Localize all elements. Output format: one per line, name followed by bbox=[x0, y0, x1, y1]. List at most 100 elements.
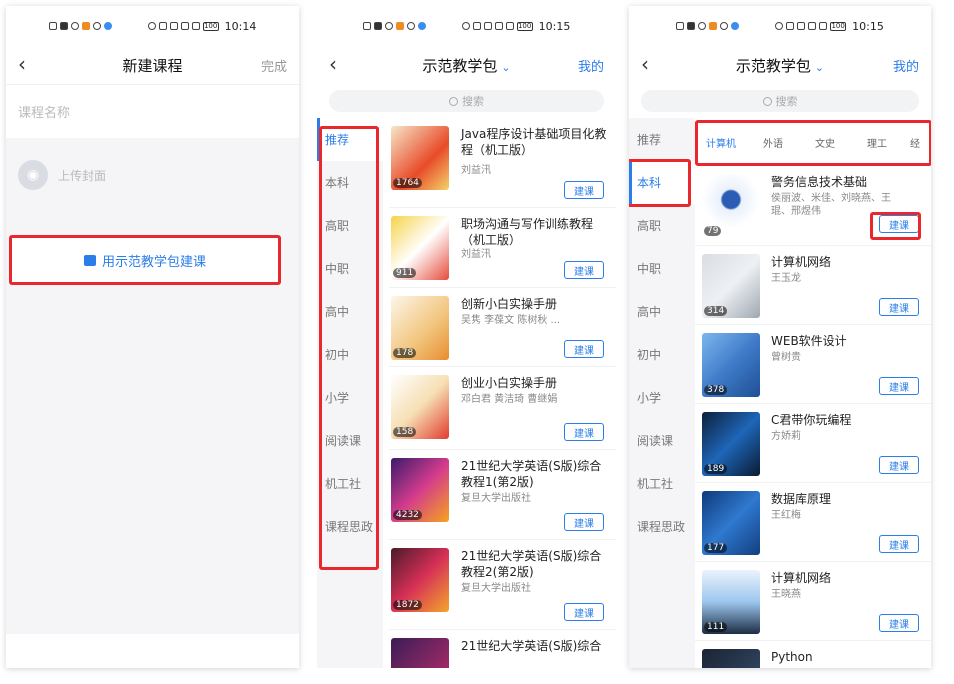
search-icon bbox=[762, 96, 772, 106]
bluetooth-icon bbox=[808, 22, 817, 30]
category-item[interactable]: 小学 bbox=[317, 376, 383, 419]
sim-icon bbox=[362, 22, 371, 30]
create-course-button[interactable]: 建课 bbox=[564, 423, 604, 441]
package-icon bbox=[83, 254, 96, 266]
upload-cover-row[interactable]: ◉ 上传封面 bbox=[6, 146, 299, 204]
mine-button[interactable]: 我的 bbox=[578, 56, 604, 75]
alarm-icon bbox=[483, 22, 492, 30]
demo-button-label: 用示范教学包建课 bbox=[101, 254, 206, 270]
book-title: 计算机网络 bbox=[771, 255, 832, 269]
demo-package-screen-recommend: 100 10:15 ‹ 示范教学包 ⌄ 我的 搜索 推荐 本科 高职 中职 高中 … bbox=[317, 6, 616, 668]
category-item[interactable]: 机工社 bbox=[317, 462, 383, 505]
book-cover: 4232 bbox=[391, 458, 449, 522]
list-item[interactable]: 79 警务信息技术基础 侯丽波、米佳、刘晓燕、王琨、邢煜伟 建课 bbox=[695, 166, 931, 246]
search-input[interactable]: 搜索 bbox=[641, 90, 919, 112]
mine-button[interactable]: 我的 bbox=[893, 56, 919, 75]
book-title: WEB软件设计 bbox=[771, 334, 847, 348]
list-item[interactable]: 378 WEB软件设计 曾树贵 建课 bbox=[695, 325, 931, 404]
signal-icon bbox=[59, 22, 68, 30]
list-item[interactable]: 178 创新小白实操手册 吴隽 李葆文 陈树秋 ... 建课 bbox=[389, 288, 616, 367]
create-course-button[interactable]: 建课 bbox=[879, 535, 919, 553]
app-notify-icon bbox=[709, 22, 718, 30]
book-title: 21世纪大学英语(S版)综合 bbox=[461, 639, 602, 653]
category-item[interactable]: 高中 bbox=[629, 290, 695, 333]
category-item[interactable]: 推荐 bbox=[317, 118, 383, 161]
nfc-icon bbox=[472, 22, 481, 30]
usage-count: 378 bbox=[704, 385, 728, 395]
highlight-box bbox=[695, 120, 931, 166]
list-item[interactable]: 177 数据库原理 王红梅 建课 bbox=[695, 483, 931, 562]
list-item[interactable]: 314 计算机网络 王玉龙 建课 bbox=[695, 246, 931, 325]
list-item[interactable]: 21世纪大学英语(S版)综合 bbox=[389, 630, 616, 668]
usage-count: 1764 bbox=[393, 178, 422, 188]
category-item[interactable]: 中职 bbox=[629, 247, 695, 290]
list-item[interactable]: 158 创业小白实操手册 邓白君 黄洁琦 曹继娟 建课 bbox=[389, 367, 616, 450]
list-item[interactable]: 189 C君带你玩编程 方娇莉 建课 bbox=[695, 404, 931, 483]
category-item[interactable]: 高职 bbox=[317, 204, 383, 247]
navbar: ‹ 新建课程 完成 bbox=[6, 46, 299, 84]
category-item[interactable]: 阅读课 bbox=[317, 419, 383, 462]
book-cover: 911 bbox=[391, 216, 449, 280]
create-course-button[interactable]: 建课 bbox=[564, 340, 604, 358]
create-course-button[interactable]: 建课 bbox=[879, 377, 919, 395]
cloud-icon bbox=[406, 22, 415, 30]
page-title-dropdown[interactable]: 示范教学包 ⌄ bbox=[422, 55, 510, 76]
category-item[interactable]: 本科 bbox=[317, 161, 383, 204]
category-item[interactable]: 高中 bbox=[317, 290, 383, 333]
bluetooth-icon bbox=[494, 22, 503, 30]
list-item[interactable]: Python bbox=[695, 641, 931, 668]
category-item[interactable]: 推荐 bbox=[629, 118, 695, 161]
book-cover: 1872 bbox=[391, 548, 449, 612]
category-item[interactable]: 机工社 bbox=[629, 462, 695, 505]
list-item[interactable]: 111 计算机网络 王晓燕 建课 bbox=[695, 562, 931, 641]
category-item[interactable]: 高职 bbox=[629, 204, 695, 247]
nfc-icon bbox=[786, 22, 795, 30]
status-left-icons bbox=[676, 22, 740, 30]
back-icon[interactable]: ‹ bbox=[18, 54, 38, 74]
usage-count: 189 bbox=[704, 464, 728, 474]
category-item[interactable]: 阅读课 bbox=[629, 419, 695, 462]
category-item[interactable]: 中职 bbox=[317, 247, 383, 290]
create-course-button[interactable]: 建课 bbox=[879, 614, 919, 632]
category-item[interactable]: 小学 bbox=[629, 376, 695, 419]
category-item[interactable]: 课程思政 bbox=[629, 505, 695, 548]
create-from-demo-package-button[interactable]: 用示范教学包建课 bbox=[9, 235, 281, 285]
list-item[interactable]: 4232 21世纪大学英语(S版)综合教程1(第2版) 复旦大学出版社 建课 bbox=[389, 450, 616, 540]
done-button[interactable]: 完成 bbox=[261, 56, 287, 75]
category-item[interactable]: 本科 bbox=[629, 161, 695, 204]
create-course-button[interactable]: 建课 bbox=[564, 261, 604, 279]
book-cover: 177 bbox=[702, 491, 760, 555]
course-name-input[interactable]: 课程名称 bbox=[6, 84, 299, 138]
create-course-button[interactable]: 建课 bbox=[564, 181, 604, 199]
wifi-icon bbox=[70, 22, 79, 30]
usage-count: 111 bbox=[704, 622, 728, 632]
create-course-button[interactable]: 建课 bbox=[564, 603, 604, 621]
usage-count: 177 bbox=[704, 543, 728, 553]
app-blue-icon bbox=[103, 22, 112, 30]
back-icon[interactable]: ‹ bbox=[329, 54, 349, 74]
signal-icon bbox=[687, 22, 696, 30]
create-course-button[interactable]: 建课 bbox=[879, 298, 919, 316]
search-placeholder: 搜索 bbox=[775, 95, 798, 108]
book-title: C君带你玩编程 bbox=[771, 413, 852, 427]
page-title-dropdown[interactable]: 示范教学包 ⌄ bbox=[736, 55, 824, 76]
back-icon[interactable]: ‹ bbox=[641, 54, 661, 74]
category-item[interactable]: 初中 bbox=[317, 333, 383, 376]
book-author: 王红梅 bbox=[771, 510, 801, 521]
sim-icon bbox=[48, 22, 57, 30]
sim-icon bbox=[676, 22, 685, 30]
category-item[interactable]: 初中 bbox=[629, 333, 695, 376]
list-item[interactable]: 1872 21世纪大学英语(S版)综合教程2(第2版) 复旦大学出版社 建课 bbox=[389, 540, 616, 630]
create-course-button[interactable]: 建课 bbox=[879, 456, 919, 474]
category-item[interactable]: 课程思政 bbox=[317, 505, 383, 548]
list-item[interactable]: 1764 Java程序设计基础项目化教程（机工版） 刘益汛 建课 bbox=[389, 118, 616, 208]
bluetooth-icon bbox=[180, 22, 189, 30]
wifi-icon bbox=[698, 22, 707, 30]
book-title: 创新小白实操手册 bbox=[461, 297, 558, 311]
app-blue-icon bbox=[731, 22, 740, 30]
search-input[interactable]: 搜索 bbox=[329, 90, 604, 112]
demo-package-screen-undergrad: 100 10:15 ‹ 示范教学包 ⌄ 我的 搜索 推荐 本科 高职 中职 高中 … bbox=[629, 6, 931, 668]
book-author: 邓白君 黄洁琦 曹继娟 bbox=[461, 394, 558, 405]
create-course-button[interactable]: 建课 bbox=[564, 513, 604, 531]
list-item[interactable]: 911 职场沟通与写作训练教程（机工版） 刘益汛 建课 bbox=[389, 208, 616, 288]
